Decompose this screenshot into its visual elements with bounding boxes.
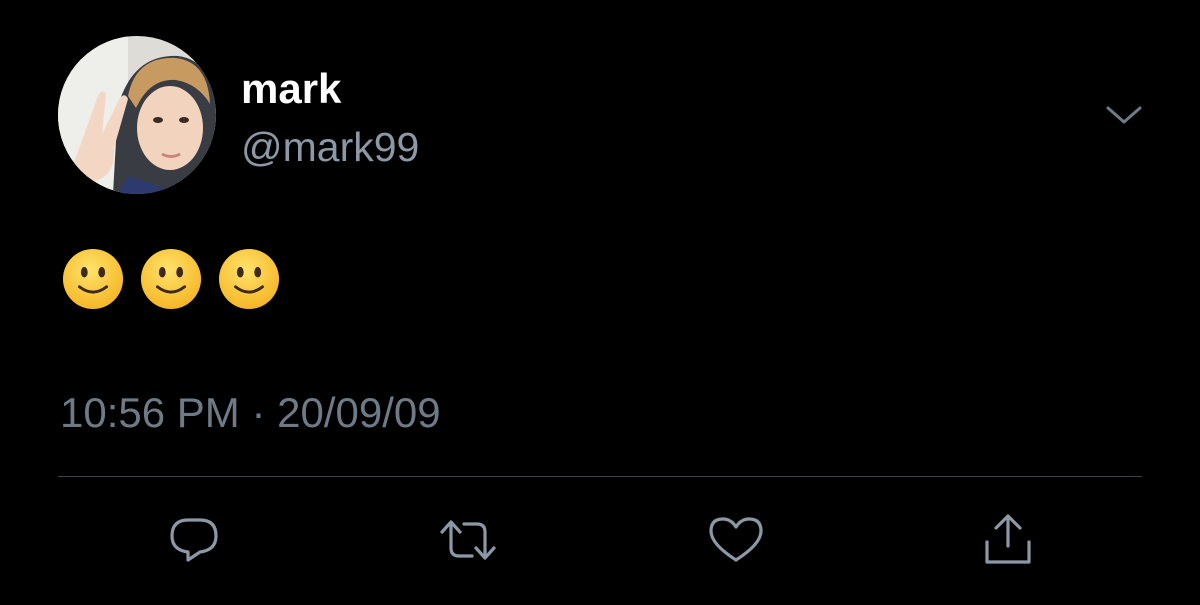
reply-button[interactable] — [164, 512, 224, 568]
avatar[interactable] — [58, 36, 216, 194]
share-button[interactable] — [978, 512, 1038, 568]
share-icon — [985, 514, 1031, 564]
display-name[interactable]: mark — [241, 64, 341, 114]
like-button[interactable] — [706, 512, 766, 568]
tweet-text — [62, 248, 280, 310]
tweet-timestamp[interactable]: 10:56 PM · 20/09/09 — [60, 388, 441, 438]
user-handle[interactable]: @mark99 — [241, 122, 419, 172]
heart-icon — [709, 517, 763, 562]
slightly-smiling-face-icon — [218, 248, 280, 310]
reply-icon — [170, 518, 218, 562]
slightly-smiling-face-icon — [62, 248, 124, 310]
divider — [58, 476, 1142, 477]
chevron-down-icon[interactable] — [1104, 100, 1144, 130]
retweet-icon — [440, 520, 496, 560]
retweet-button[interactable] — [438, 512, 498, 568]
tweet-card: mark @mark99 10:56 PM · 20/09/09 — [0, 0, 1200, 605]
slightly-smiling-face-icon — [140, 248, 202, 310]
avatar-photo — [58, 36, 216, 194]
